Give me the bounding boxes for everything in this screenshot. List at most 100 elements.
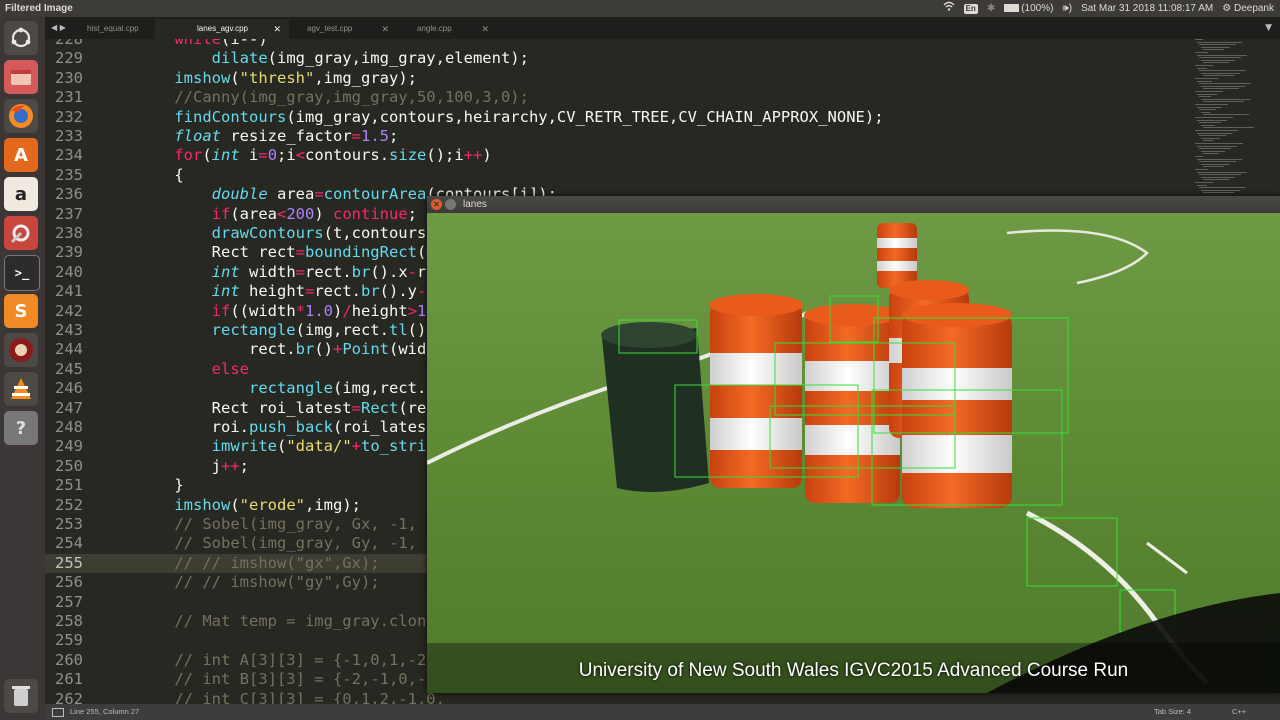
- line-number: 242: [55, 301, 83, 320]
- code-line[interactable]: 233 float resize_factor=1.5;: [45, 127, 1185, 146]
- minimap-line: [1199, 148, 1231, 150]
- minimap-line: [1199, 96, 1211, 98]
- minimap-line: [1203, 192, 1234, 194]
- minimap[interactable]: [1193, 39, 1273, 199]
- close-icon[interactable]: ✕: [431, 199, 442, 210]
- line-number: 229: [55, 49, 83, 68]
- code-token: imshow: [174, 68, 231, 87]
- code-token: drawContours: [211, 224, 324, 242]
- code-token: ): [333, 301, 343, 320]
- line-number: 262: [55, 689, 83, 704]
- code-token: 1.5: [361, 127, 389, 145]
- tab-label: angle.cpp: [417, 24, 452, 33]
- minimap-line: [1195, 78, 1218, 79]
- help-icon[interactable]: ?: [4, 411, 38, 445]
- tab-dropdown-icon[interactable]: ▼: [1265, 17, 1272, 39]
- minimap-line: [1201, 111, 1210, 113]
- minimap-line: [1199, 174, 1241, 176]
- code-token: <: [295, 146, 306, 165]
- volume-icon[interactable]: 🕪): [1062, 0, 1072, 17]
- vlc-icon[interactable]: [4, 372, 38, 406]
- minimap-line: [1195, 52, 1208, 53]
- code-token: dilate: [211, 49, 268, 68]
- code-line[interactable]: 232 findContours(img_gray,contours,heira…: [45, 108, 1185, 127]
- code-line[interactable]: 229 dilate(img_gray,img_gray,element);: [45, 49, 1185, 68]
- line-number: 260: [55, 650, 83, 669]
- code-token: ();i: [426, 146, 464, 165]
- battery-icon: [1004, 4, 1020, 13]
- app-icon[interactable]: [4, 333, 38, 367]
- image-window-titlebar[interactable]: ✕ lanes: [427, 196, 1280, 213]
- code-token: boundingRect: [304, 243, 417, 262]
- tab-size-selector[interactable]: Tab Size: 4: [1154, 704, 1191, 720]
- code-line[interactable]: 231 //Canny(img_gray,img_gray,50,100,3,0…: [45, 88, 1185, 107]
- code-token: br: [351, 262, 371, 281]
- console-toggle-icon[interactable]: [52, 708, 64, 717]
- gear-icon: ⚙: [1222, 3, 1232, 14]
- syntax-selector[interactable]: C++: [1232, 704, 1246, 720]
- image-window[interactable]: ✕ lanes University of New South Wales IG…: [427, 196, 1280, 693]
- code-token: ++: [463, 146, 483, 165]
- minimap-line: [1203, 88, 1239, 90]
- minimize-icon[interactable]: [445, 199, 456, 210]
- code-line[interactable]: 230 imshow("thresh",img_gray);: [45, 69, 1185, 88]
- amazon-icon[interactable]: a: [4, 177, 38, 211]
- minimap-line: [1195, 65, 1213, 66]
- code-token: -: [417, 282, 427, 301]
- code-line[interactable]: 234 for(int i=0;i<contours.size();i++): [45, 146, 1185, 165]
- line-number: 246: [55, 379, 83, 398]
- user-menu[interactable]: ⚙ Deepank: [1222, 0, 1274, 17]
- terminal-icon[interactable]: >_: [4, 255, 40, 291]
- line-number: 228: [55, 39, 83, 48]
- line-number: 235: [55, 165, 83, 184]
- code-line[interactable]: 235 {: [45, 166, 1185, 185]
- datetime[interactable]: Sat Mar 31 2018 11:08:17 AM: [1081, 0, 1213, 17]
- line-number: 254: [55, 534, 83, 553]
- code-token: if: [211, 204, 231, 223]
- line-number: 234: [55, 146, 83, 165]
- code-token: ,img);: [305, 495, 361, 514]
- code-token: Rect: [360, 398, 399, 417]
- line-number: 243: [55, 321, 83, 339]
- trash-icon[interactable]: [4, 679, 38, 713]
- close-icon[interactable]: ✕: [481, 19, 489, 39]
- code-token: (i--): [221, 39, 268, 48]
- code-token: +: [332, 340, 343, 359]
- code-line[interactable]: 228 while(i--): [45, 39, 1185, 49]
- software-center-icon[interactable]: A: [4, 138, 38, 172]
- tab-label: agv_test.cpp: [307, 24, 353, 33]
- dash-home-icon[interactable]: [4, 21, 38, 55]
- sublime-text-icon[interactable]: S: [4, 294, 38, 328]
- keyboard-layout-indicator[interactable]: En: [963, 3, 978, 14]
- line-number: 236: [55, 185, 83, 204]
- code-token: rect.: [305, 262, 352, 281]
- code-token: ++: [221, 456, 240, 475]
- code-token: <: [277, 204, 287, 223]
- status-bar: Line 255, Column 27 Tab Size: 4 C++: [45, 704, 1280, 720]
- line-number: 255: [55, 553, 83, 572]
- line-number: 247: [55, 398, 83, 417]
- code-token: (: [230, 68, 240, 87]
- code-token: rectangle: [211, 321, 296, 339]
- wifi-icon[interactable]: [943, 0, 955, 17]
- battery-indicator[interactable]: (100%): [1004, 0, 1053, 17]
- code-token: =: [304, 282, 315, 301]
- line-number: 251: [55, 476, 83, 495]
- code-token: ): [314, 204, 334, 223]
- code-token: while: [174, 39, 221, 48]
- code-token: (img,rect.: [332, 379, 427, 398]
- firefox-icon[interactable]: [4, 99, 38, 133]
- code-token: Rect roi_latest: [137, 398, 352, 417]
- bluetooth-icon[interactable]: ✱: [987, 0, 995, 17]
- code-token: roi.: [137, 418, 249, 436]
- tab-angle[interactable]: angle.cpp ✕: [375, 19, 497, 39]
- minimap-line: [1201, 124, 1215, 126]
- files-icon[interactable]: [4, 60, 38, 94]
- camera-frame: [427, 213, 1280, 693]
- system-settings-icon[interactable]: [4, 216, 38, 250]
- line-number: 237: [55, 204, 83, 223]
